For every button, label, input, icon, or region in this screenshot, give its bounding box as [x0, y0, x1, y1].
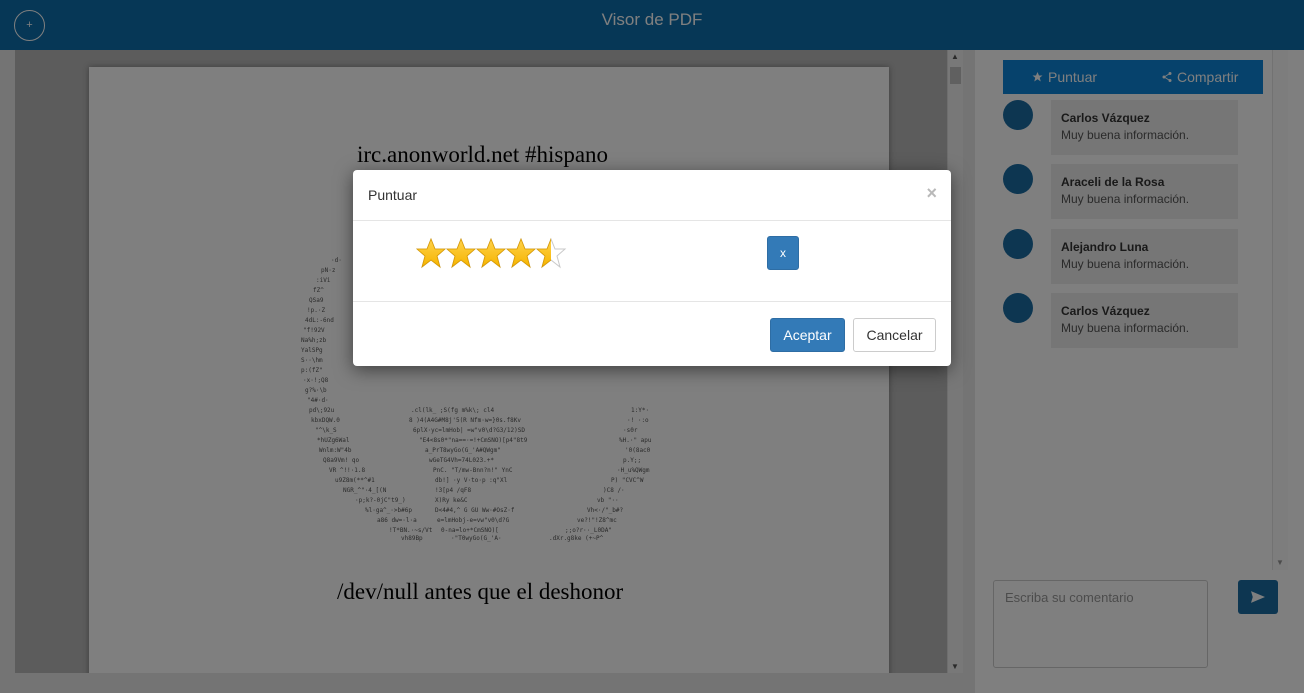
star-icon[interactable]: [416, 237, 447, 269]
modal-header: Puntuar ×: [353, 170, 951, 221]
cancel-button[interactable]: Cancelar: [853, 318, 936, 352]
star-icon[interactable]: [475, 237, 507, 269]
close-icon[interactable]: ×: [926, 183, 937, 204]
star-rating[interactable]: [416, 236, 576, 270]
star-icon[interactable]: [505, 237, 537, 269]
star-icon[interactable]: [445, 237, 477, 269]
star-icon[interactable]: [535, 237, 567, 269]
accept-button[interactable]: Aceptar: [770, 318, 845, 352]
rating-modal: Puntuar × x Aceptar Cancelar: [353, 170, 951, 366]
modal-title: Puntuar: [368, 187, 418, 203]
modal-footer: Aceptar Cancelar: [353, 301, 951, 366]
clear-rating-button[interactable]: x: [767, 236, 799, 270]
